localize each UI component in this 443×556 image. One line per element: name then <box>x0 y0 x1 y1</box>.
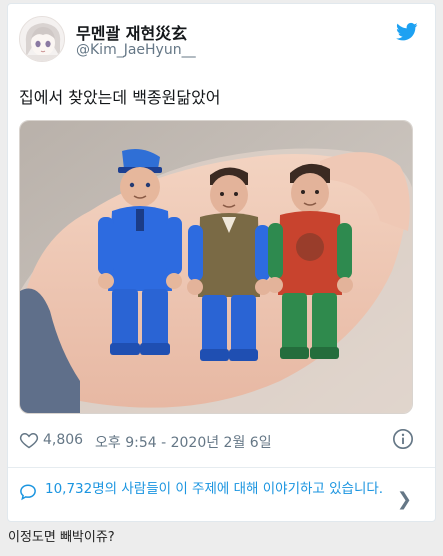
tweet-header: 무멘괄 재현災玄 @Kim_JaeHyun__ <box>19 16 424 64</box>
tweet-meta: 4,806 오후 9:54 - 2020년 2월 6일 <box>19 428 414 452</box>
display-name[interactable]: 무멘괄 재현災玄 <box>76 20 187 44</box>
twitter-bird-icon[interactable] <box>396 22 418 42</box>
avatar[interactable] <box>19 16 65 62</box>
timestamp[interactable]: 오후 9:54 - 2020년 2월 6일 <box>95 432 272 452</box>
tweet-photo[interactable] <box>19 120 413 414</box>
heart-icon[interactable] <box>19 430 39 450</box>
like-count[interactable]: 4,806 <box>43 432 83 448</box>
info-icon[interactable] <box>392 428 414 450</box>
post-caption: 이정도면 빼박이쥬? <box>8 530 115 545</box>
chevron-right-icon[interactable]: ❯ <box>397 489 412 510</box>
divider <box>8 467 435 468</box>
conversation-text[interactable]: 10,732명의 사람들이 이 주제에 대해 이야기하고 있습니다. <box>45 480 385 499</box>
tweet-text: 집에서 찾았는데 백종원닮았어 <box>19 88 221 107</box>
speech-bubble-icon <box>20 484 36 501</box>
tweet-card: 무멘괄 재현災玄 @Kim_JaeHyun__ 집에서 찾았는데 백종원닮았어 <box>7 3 436 522</box>
user-handle[interactable]: @Kim_JaeHyun__ <box>76 42 196 58</box>
conversation-link[interactable]: 10,732명의 사람들이 이 주제에 대해 이야기하고 있습니다. ❯ <box>19 480 414 520</box>
